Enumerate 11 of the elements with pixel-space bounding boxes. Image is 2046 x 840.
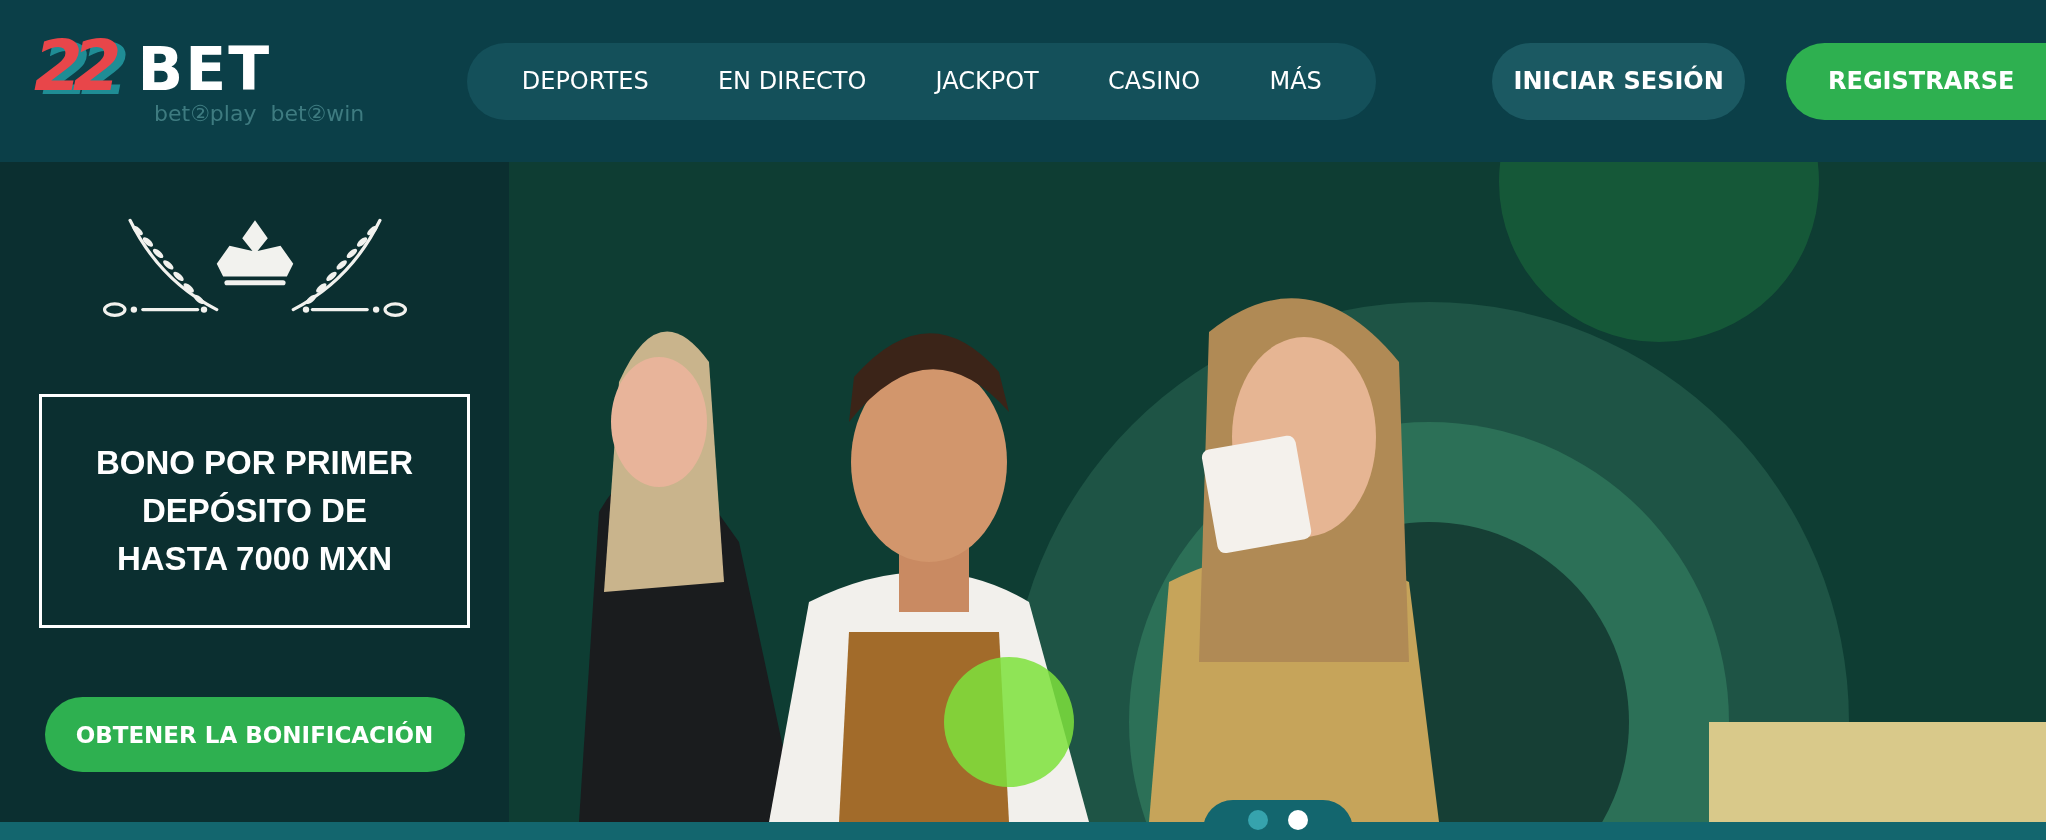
login-button[interactable]: INICIAR SESIÓN (1492, 42, 1745, 120)
carousel-dot[interactable] (1248, 810, 1268, 830)
carousel-dot[interactable] (1288, 810, 1308, 830)
nav-link[interactable]: CASINO (1107, 67, 1201, 95)
nav-link[interactable]: MÁS (1269, 67, 1322, 95)
bonus-headline: BONO POR PRIMER DEPÓSITO DE HASTA 7000 MXN (94, 443, 415, 579)
nav-link[interactable]: JACKPOT (935, 67, 1039, 95)
logo-tagline: bet②play bet②win (154, 100, 366, 126)
logo-wordmark: BET (137, 38, 272, 99)
nav-link[interactable]: DEPORTES (521, 67, 649, 95)
nav-link[interactable]: EN DIRECTO (717, 67, 867, 95)
